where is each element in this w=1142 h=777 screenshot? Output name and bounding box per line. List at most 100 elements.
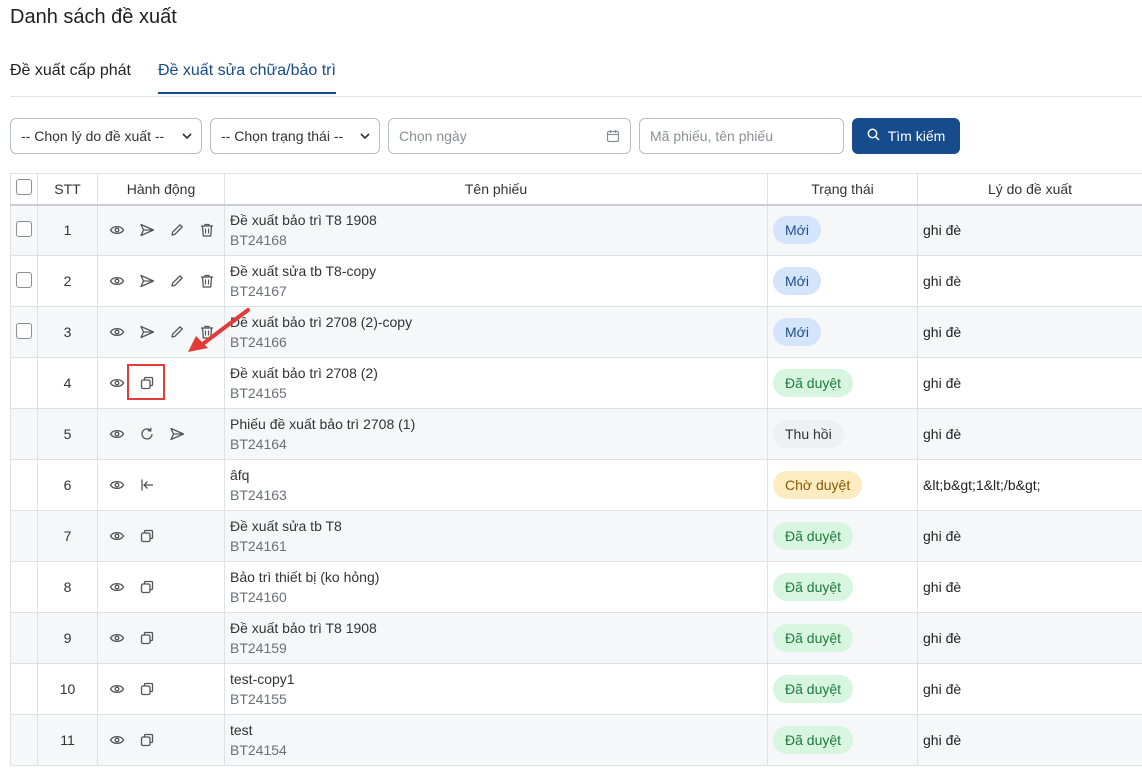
row-actions (97, 459, 225, 511)
request-name[interactable]: Đề xuất bảo trì T8 1908 (230, 618, 767, 638)
row-status-cell: Chờ duyệt (767, 459, 918, 511)
table-row[interactable]: 11 test BT24154 Đã duyệt ghi đè (10, 714, 1142, 766)
eye-icon[interactable] (108, 731, 126, 749)
row-status-cell: Mới (767, 255, 918, 307)
request-code: BT24160 (230, 589, 287, 605)
eye-icon[interactable] (108, 323, 126, 341)
table-row[interactable]: 9 Đề xuất bảo trì T8 1908 BT24159 Đã duyệt g… (10, 612, 1142, 664)
row-reason: ghi đè (917, 408, 1142, 460)
row-actions (97, 612, 225, 664)
trash-icon[interactable] (198, 272, 216, 290)
row-stt: 6 (37, 459, 98, 511)
tab-repair-maintenance-requests[interactable]: Đề xuất sửa chữa/bảo trì (158, 62, 336, 94)
row-checkbox[interactable] (16, 220, 32, 237)
status-badge: Mới (773, 216, 821, 245)
send-icon[interactable] (138, 221, 156, 239)
request-name[interactable]: Đề xuất sửa tb T8 (230, 516, 767, 536)
row-stt: 2 (37, 255, 98, 307)
request-name[interactable]: Bảo trì thiết bị (ko hỏng) (230, 567, 767, 587)
request-code: BT24163 (230, 487, 287, 503)
status-badge: Mới (773, 267, 821, 295)
row-reason: ghi đè (917, 510, 1142, 562)
row-actions (97, 714, 225, 766)
eye-icon[interactable] (108, 425, 126, 443)
row-name-cell: test BT24154 (224, 714, 768, 766)
table-row[interactable]: 10 test-copy1 BT24155 Đã duyệt ghi đè (10, 663, 1142, 715)
request-name[interactable]: Đề xuất bảo trì T8 1908 (230, 210, 767, 230)
send-icon[interactable] (138, 323, 156, 341)
request-name[interactable]: âfq (230, 465, 767, 485)
request-name[interactable]: Phiếu đề xuất bảo trì 2708 (1) (230, 414, 767, 434)
chevron-down-icon (181, 129, 193, 146)
row-reason: ghi đè (917, 663, 1142, 715)
row-actions (97, 561, 225, 613)
request-code: BT24164 (230, 436, 287, 452)
table-row[interactable]: 1 Đề xuất bảo trì T8 1908 BT24168 Mới ghi đè (10, 204, 1142, 256)
request-table: STT Hành động Tên phiếu Trạng thái Lý do… (10, 173, 1142, 766)
annotation-arrow (188, 308, 250, 352)
tab-allocation-requests[interactable]: Đề xuất cấp phát (10, 62, 131, 94)
row-checkbox[interactable] (16, 322, 32, 339)
status-select[interactable]: -- Chọn trạng thái -- (210, 118, 380, 154)
recall-icon[interactable] (138, 476, 156, 494)
status-badge: Chờ duyệt (773, 471, 863, 499)
trash-icon[interactable] (198, 221, 216, 239)
row-name-cell: Đề xuất bảo trì 2708 (2)-copy BT24166 (224, 306, 768, 358)
search-button[interactable]: Tìm kiếm (852, 118, 960, 154)
row-select-cell (10, 459, 38, 511)
row-stt: 7 (37, 510, 98, 562)
eye-icon[interactable] (108, 578, 126, 596)
pencil-icon[interactable] (168, 272, 186, 290)
request-name[interactable]: Đề xuất bảo trì 2708 (2) (230, 363, 767, 383)
table-row[interactable]: 2 Đề xuất sửa tb T8-copy BT24167 Mới ghi đè (10, 255, 1142, 307)
row-name-cell: Đề xuất sửa tb T8-copy BT24167 (224, 255, 768, 307)
row-reason: ghi đè (917, 204, 1142, 256)
request-name[interactable]: test (230, 720, 767, 740)
copy-icon[interactable] (138, 629, 156, 647)
copy-icon[interactable] (138, 578, 156, 596)
date-input[interactable]: Chọn ngày (388, 118, 631, 154)
eye-icon[interactable] (108, 476, 126, 494)
table-row[interactable]: 5 Phiếu đề xuất bảo trì 2708 (1) BT24164 Th… (10, 408, 1142, 460)
table-row[interactable]: 6 âfq BT24163 Chờ duyệt &lt;b&gt;1&lt;/b&gt; (10, 459, 1142, 511)
header-status: Trạng thái (767, 173, 918, 206)
pencil-icon[interactable] (168, 323, 186, 341)
eye-icon[interactable] (108, 629, 126, 647)
request-name[interactable]: Đề xuất bảo trì 2708 (2)-copy (230, 312, 767, 332)
table-row[interactable]: 7 Đề xuất sửa tb T8 BT24161 Đã duyệt ghi đè (10, 510, 1142, 562)
row-stt: 11 (37, 714, 98, 766)
row-checkbox[interactable] (16, 271, 32, 288)
eye-icon[interactable] (108, 272, 126, 290)
row-name-cell: Đề xuất bảo trì T8 1908 BT24168 (224, 204, 768, 256)
row-select-cell (10, 255, 38, 307)
select-all-checkbox[interactable] (16, 179, 32, 196)
send-icon[interactable] (168, 425, 186, 443)
date-input-placeholder: Chọn ngày (399, 128, 467, 144)
keyword-input[interactable]: Mã phiếu, tên phiếu (639, 118, 844, 154)
send-icon[interactable] (138, 272, 156, 290)
request-code: BT24167 (230, 283, 287, 299)
row-reason: ghi đè (917, 612, 1142, 664)
table-row[interactable]: 3 Đề xuất bảo trì 2708 (2)-copy BT24166 Mới… (10, 306, 1142, 358)
copy-icon[interactable] (138, 731, 156, 749)
refresh-icon[interactable] (138, 425, 156, 443)
row-select-cell (10, 204, 38, 256)
request-name[interactable]: Đề xuất sửa tb T8-copy (230, 261, 767, 281)
reason-select[interactable]: -- Chọn lý do đề xuất -- (10, 118, 202, 154)
row-actions (97, 510, 225, 562)
eye-icon[interactable] (108, 680, 126, 698)
calendar-icon[interactable] (606, 129, 620, 146)
status-badge: Đã duyệt (773, 522, 854, 550)
request-name[interactable]: test-copy1 (230, 669, 767, 689)
row-stt: 8 (37, 561, 98, 613)
request-code: BT24165 (230, 385, 287, 401)
eye-icon[interactable] (108, 527, 126, 545)
table-row[interactable]: 4 Đề xuất bảo trì 2708 (2) BT24165 Đã duyệt… (10, 357, 1142, 409)
copy-icon[interactable] (138, 527, 156, 545)
eye-icon[interactable] (108, 221, 126, 239)
table-row[interactable]: 8 Bảo trì thiết bị (ko hỏng) BT24160 Đã duy… (10, 561, 1142, 613)
request-code: BT24166 (230, 334, 287, 350)
eye-icon[interactable] (108, 374, 126, 392)
copy-icon[interactable] (138, 680, 156, 698)
pencil-icon[interactable] (168, 221, 186, 239)
